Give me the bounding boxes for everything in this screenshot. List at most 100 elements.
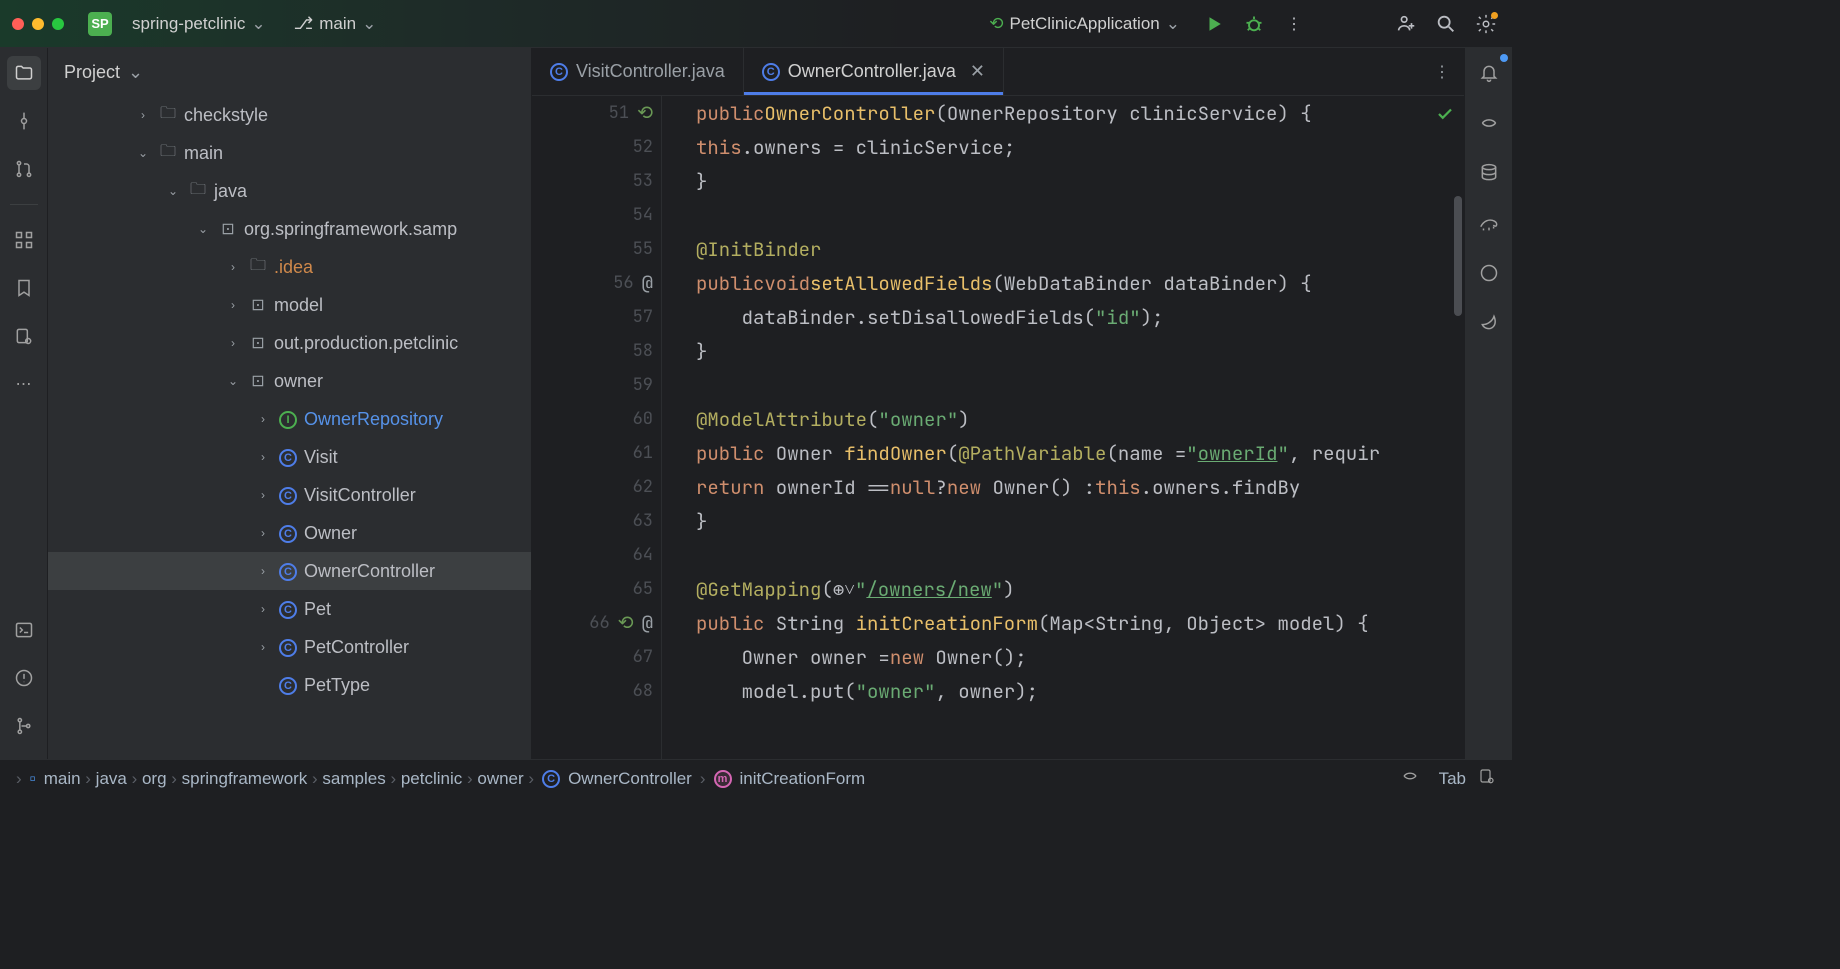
tree-chevron-icon[interactable]: ⌄ [194, 222, 212, 236]
settings-icon[interactable] [1472, 10, 1500, 38]
code-line[interactable]: } [662, 164, 1464, 198]
editor-tab[interactable]: CVisitController.java [532, 48, 744, 95]
tree-chevron-icon[interactable]: › [224, 260, 242, 274]
tree-node[interactable]: ›IOwnerRepository [48, 400, 531, 438]
breadcrumb-item[interactable]: owner [477, 769, 523, 788]
tree-chevron-icon[interactable]: ⌄ [224, 374, 242, 388]
tree-node[interactable]: ›CPet [48, 590, 531, 628]
gutter-line[interactable]: 54 [532, 198, 661, 232]
problems-button[interactable] [7, 661, 41, 695]
debug-button[interactable] [1240, 10, 1268, 38]
code-line[interactable]: this.owners = clinicService; [662, 130, 1464, 164]
run-button[interactable] [1200, 10, 1228, 38]
tree-node[interactable]: ⌄⊡owner [48, 362, 531, 400]
scrollbar-thumb[interactable] [1454, 196, 1462, 316]
code-line[interactable]: @InitBinder [662, 232, 1464, 266]
collaborate-icon[interactable] [1392, 10, 1420, 38]
spring-button[interactable] [1472, 306, 1506, 340]
code-line[interactable] [662, 368, 1464, 402]
ai-assistant-button[interactable] [1472, 106, 1506, 140]
maximize-window[interactable] [52, 18, 64, 30]
tab-more-button[interactable]: ⋮ [1420, 48, 1464, 95]
tree-node[interactable]: CPetType [48, 666, 531, 704]
tree-node[interactable]: ›⊡out.production.petclinic [48, 324, 531, 362]
tree-chevron-icon[interactable]: › [254, 488, 272, 502]
tree-chevron-icon[interactable]: ⌄ [134, 146, 152, 160]
close-tab-icon[interactable]: ✕ [970, 61, 985, 82]
breadcrumb-item[interactable]: java [96, 769, 127, 788]
code-line[interactable]: } [662, 334, 1464, 368]
breadcrumb-class[interactable]: OwnerController [568, 769, 692, 789]
structure-button[interactable] [7, 223, 41, 257]
tree-chevron-icon[interactable]: › [224, 298, 242, 312]
gutter-line[interactable]: 55 [532, 232, 661, 266]
run-config-selector[interactable]: ⟲ PetClinicApplication ⌄ [981, 10, 1188, 38]
notifications-button[interactable] [1472, 56, 1506, 90]
gutter-line[interactable]: 62 [532, 470, 661, 504]
tree-node[interactable]: ›CVisitController [48, 476, 531, 514]
analysis-ok-icon[interactable] [1436, 104, 1454, 129]
pull-requests-button[interactable] [7, 152, 41, 186]
vcs-button[interactable] [7, 709, 41, 743]
tree-node[interactable]: ⌄🗀main [48, 134, 531, 172]
breadcrumb-item[interactable]: samples [322, 769, 385, 788]
breadcrumb-method[interactable]: initCreationForm [740, 769, 866, 789]
project-selector[interactable]: spring-petclinic ⌄ [124, 10, 274, 38]
tree-chevron-icon[interactable]: › [254, 526, 272, 540]
project-panel-header[interactable]: Project ⌄ [48, 48, 531, 96]
minimize-window[interactable] [32, 18, 44, 30]
code-line[interactable]: @ModelAttribute("owner") [662, 402, 1464, 436]
database-button[interactable] [1472, 156, 1506, 190]
breadcrumb-item[interactable]: springframework [182, 769, 308, 788]
code-line[interactable]: Owner owner = new Owner(); [662, 640, 1464, 674]
code-line[interactable]: @GetMapping(⊕˅"/owners/new") [662, 572, 1464, 606]
gutter-line[interactable]: 59 [532, 368, 661, 402]
gradle-button[interactable] [1472, 206, 1506, 240]
gutter-line[interactable]: 56@ [532, 266, 661, 300]
bookmarks-button[interactable] [7, 271, 41, 305]
tree-chevron-icon[interactable]: › [224, 336, 242, 350]
code-line[interactable]: public Owner findOwner(@PathVariable(nam… [662, 436, 1464, 470]
gutter-line[interactable]: 63 [532, 504, 661, 538]
breadcrumb-item[interactable]: org [142, 769, 167, 788]
code-line[interactable] [662, 198, 1464, 232]
gutter-line[interactable]: 66⟲@ [532, 606, 661, 640]
tree-node[interactable]: ⌄🗀java [48, 172, 531, 210]
tree-chevron-icon[interactable]: ⌄ [164, 184, 182, 198]
tree-node[interactable]: ›⊡model [48, 286, 531, 324]
tree-node[interactable]: ›CVisit [48, 438, 531, 476]
gutter-line[interactable]: 64 [532, 538, 661, 572]
code-line[interactable]: public void setAllowedFields(WebDataBind… [662, 266, 1464, 300]
coverage-button[interactable] [1472, 256, 1506, 290]
code-line[interactable]: dataBinder.setDisallowedFields("id"); [662, 300, 1464, 334]
code-line[interactable]: model.put("owner", owner); [662, 674, 1464, 708]
gutter-line[interactable]: 51⟲ [532, 96, 661, 130]
tree-node[interactable]: ›🗀.idea [48, 248, 531, 286]
persistence-button[interactable] [7, 319, 41, 353]
gutter-line[interactable]: 57 [532, 300, 661, 334]
code-line[interactable] [662, 538, 1464, 572]
close-window[interactable] [12, 18, 24, 30]
gutter-line[interactable]: 58 [532, 334, 661, 368]
tree-chevron-icon[interactable]: › [134, 108, 152, 122]
gutter-line[interactable]: 67 [532, 640, 661, 674]
more-tools-button[interactable]: ⋯ [7, 367, 41, 401]
code-line[interactable]: return ownerId == null ? new Owner() : t… [662, 470, 1464, 504]
tree-chevron-icon[interactable]: › [254, 564, 272, 578]
gutter-line[interactable]: 52 [532, 130, 661, 164]
gutter-line[interactable]: 65 [532, 572, 661, 606]
code-line[interactable]: public String initCreationForm(Map<Strin… [662, 606, 1464, 640]
more-actions[interactable]: ⋮ [1280, 10, 1308, 38]
code-content[interactable]: public OwnerController(OwnerRepository c… [662, 96, 1464, 759]
branch-selector[interactable]: ⎇ main ⌄ [286, 10, 385, 38]
search-icon[interactable] [1432, 10, 1460, 38]
gutter-line[interactable]: 53 [532, 164, 661, 198]
project-view-button[interactable] [7, 56, 41, 90]
tree-node[interactable]: ›COwner [48, 514, 531, 552]
spiral-icon[interactable] [1401, 767, 1419, 790]
commit-button[interactable] [7, 104, 41, 138]
tree-node[interactable]: ›🗀checkstyle [48, 96, 531, 134]
breadcrumb-item[interactable]: main [44, 769, 81, 788]
gutter-line[interactable]: 61 [532, 436, 661, 470]
gutter-line[interactable]: 60 [532, 402, 661, 436]
